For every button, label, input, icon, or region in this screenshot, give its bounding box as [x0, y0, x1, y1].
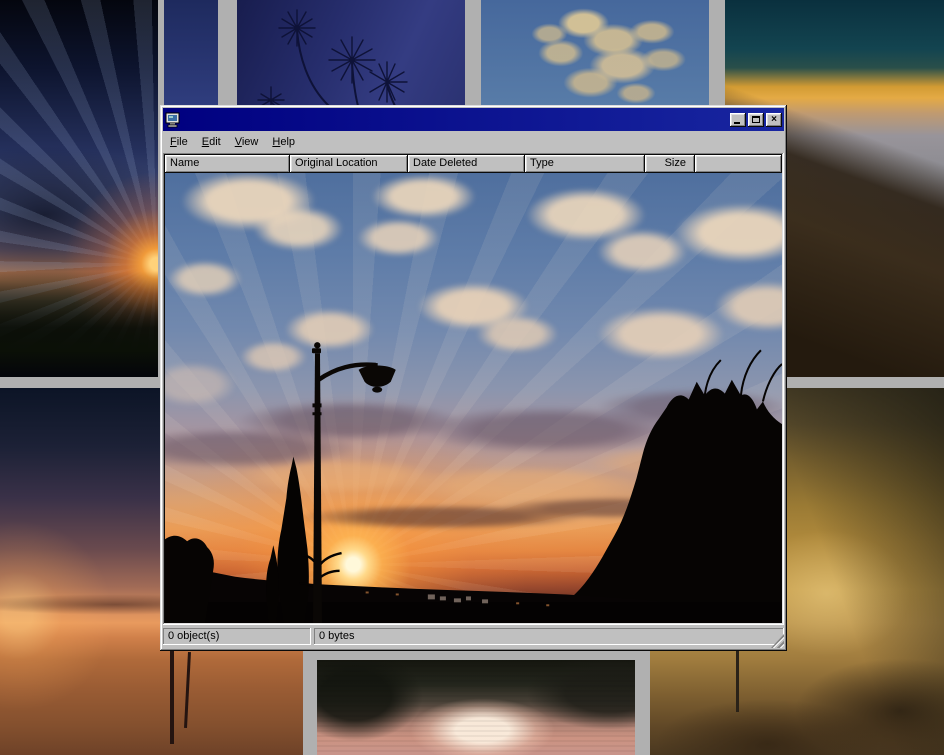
cypress-tree-silhouette: [277, 457, 308, 623]
wallpaper-tile-water-reflection-photo: [317, 660, 635, 755]
left-bush-silhouette: [165, 536, 214, 623]
wallpaper-tile-navy-sky-photo: [164, 0, 218, 106]
menu-view[interactable]: View: [228, 134, 266, 150]
wallpaper-tile-sunrays-photo: [0, 0, 158, 377]
column-header-original-location[interactable]: Original Location: [290, 155, 408, 173]
computer-icon[interactable]: [165, 112, 181, 128]
status-bytes: 0 bytes: [314, 628, 784, 645]
status-objects: 0 object(s): [163, 628, 311, 645]
sea-pole-silhouette: [184, 652, 191, 728]
photo-silhouettes-layer: [165, 173, 782, 623]
right-trees-silhouette: [556, 380, 782, 623]
wallpaper-tile-altocumulus-photo: [481, 0, 709, 106]
menu-file[interactable]: File: [163, 134, 195, 150]
column-header-size[interactable]: Size: [645, 155, 695, 173]
menu-help[interactable]: Help: [265, 134, 302, 150]
column-header-name[interactable]: Name: [165, 155, 290, 173]
column-header-row: Name Original Location Date Deleted Type…: [165, 155, 782, 173]
minimize-button[interactable]: [730, 113, 746, 127]
seedhead-silhouette: [237, 0, 465, 106]
column-header-filler: [695, 155, 782, 173]
window-titlebar[interactable]: ×: [163, 108, 784, 131]
maximize-button[interactable]: [748, 113, 764, 127]
column-header-type[interactable]: Type: [525, 155, 645, 173]
menu-edit[interactable]: Edit: [195, 134, 228, 150]
menu-bar: File Edit View Help: [163, 131, 784, 153]
column-header-date-deleted[interactable]: Date Deleted: [408, 155, 525, 173]
file-list-area: Name Original Location Date Deleted Type…: [163, 153, 784, 625]
list-viewport-sunset-photo[interactable]: [165, 173, 782, 623]
sea-pole-silhouette: [170, 648, 174, 744]
wallpaper-tile-seedhead-photo: [237, 0, 465, 106]
small-cypress-silhouette: [266, 545, 279, 623]
close-button[interactable]: ×: [766, 113, 782, 127]
street-lamp-silhouette: [312, 342, 396, 623]
ground-silhouette: [165, 602, 782, 623]
minimize-icon: [734, 122, 740, 124]
status-bar: 0 object(s) 0 bytes: [163, 625, 784, 648]
desktop-wallpaper-collage: × File Edit View Help Name Original Loca…: [0, 0, 944, 755]
recycle-bin-window: × File Edit View Help Name Original Loca…: [160, 105, 787, 651]
maximize-icon: [752, 116, 760, 123]
close-icon: ×: [771, 115, 777, 125]
